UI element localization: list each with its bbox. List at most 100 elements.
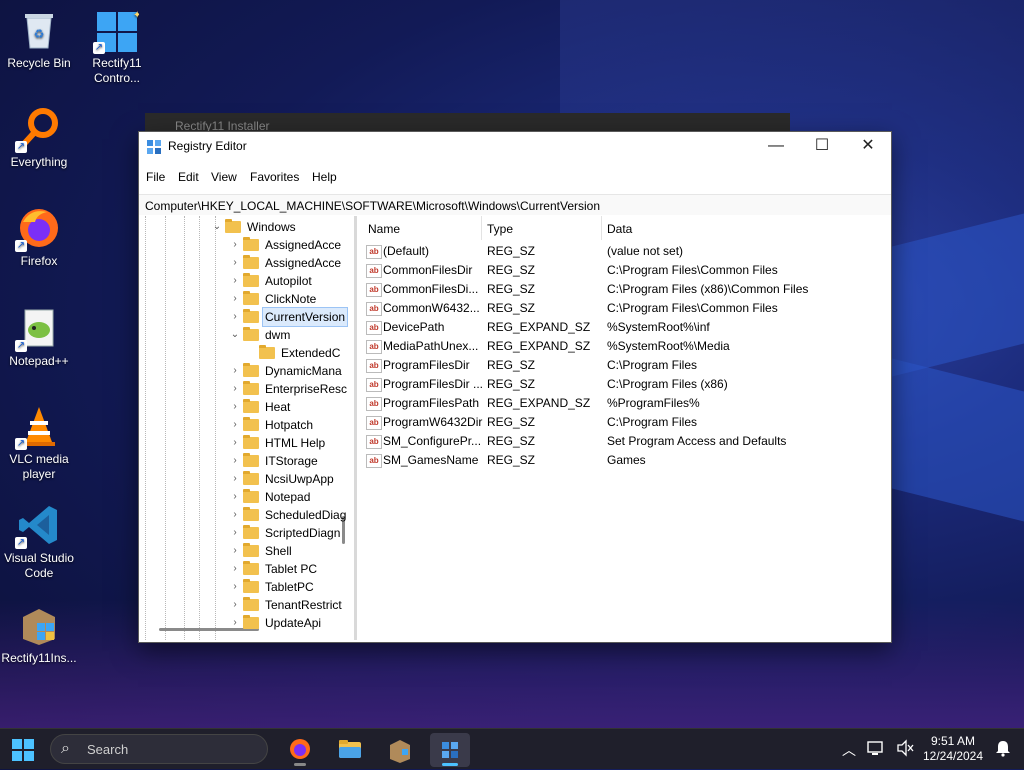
menu-view[interactable]: View [211, 170, 237, 184]
column-header-type[interactable]: Type [487, 222, 513, 236]
folder-icon [243, 309, 259, 323]
notification-bell-icon[interactable] [994, 739, 1012, 760]
folder-icon [339, 740, 361, 758]
table-row[interactable]: ab SM_GamesName REG_SZ Games [360, 451, 890, 470]
desktop-icon-recycle-bin[interactable]: ♻ Recycle Bin [1, 8, 77, 71]
taskbar-firefox[interactable] [280, 733, 320, 767]
menu-help[interactable]: Help [312, 170, 337, 184]
desktop-icon-rectify11-installer[interactable]: Rectify11Ins... [1, 603, 77, 666]
values-list[interactable]: Name Type Data ab (Default) REG_SZ (value n… [360, 216, 890, 640]
firefox-icon: ↗ [15, 206, 61, 252]
value-data: C:\Program Files\Common Files [607, 301, 778, 315]
address-path[interactable]: Computer\HKEY_LOCAL_MACHINE\SOFTWARE\Mic… [145, 199, 600, 213]
chevron-right-icon[interactable]: › [229, 614, 241, 632]
title-bar[interactable]: Registry Editor — ☐ ✕ [139, 132, 891, 162]
chevron-right-icon[interactable]: › [229, 434, 241, 452]
tree-node-label: ClickNote [265, 292, 317, 306]
desktop-icon-vscode[interactable]: ↗ Visual Studio Code [1, 503, 77, 581]
chevron-right-icon[interactable]: › [229, 560, 241, 578]
menu-file[interactable]: File [146, 170, 165, 184]
table-row[interactable]: ab CommonFilesDir REG_SZ C:\Program Files\C… [360, 261, 890, 280]
window-title: Registry Editor [168, 139, 247, 153]
chevron-down-icon[interactable]: ⌄ [211, 218, 223, 236]
address-bar[interactable]: Computer\HKEY_LOCAL_MACHINE\SOFTWARE\Mic… [139, 194, 891, 215]
chevron-down-icon[interactable]: ⌄ [229, 326, 241, 344]
network-icon[interactable] [866, 738, 886, 761]
chevron-right-icon[interactable]: › [229, 380, 241, 398]
desktop-icon-notepadpp[interactable]: ↗ Notepad++ [1, 306, 77, 369]
table-row[interactable]: ab ProgramFilesDir ... REG_SZ C:\Program Fi… [360, 375, 890, 394]
chevron-right-icon[interactable]: › [229, 452, 241, 470]
table-row[interactable]: ab ProgramFilesDir REG_SZ C:\Program Files [360, 356, 890, 375]
taskbar-file-explorer[interactable] [330, 733, 370, 767]
chevron-right-icon[interactable]: › [229, 308, 241, 326]
table-row[interactable]: ab CommonW6432... REG_SZ C:\Program Files\C… [360, 299, 890, 318]
windows-logo-icon [12, 739, 22, 749]
column-separator[interactable] [601, 216, 602, 240]
menu-favorites[interactable]: Favorites [250, 170, 299, 184]
value-type: REG_SZ [487, 263, 536, 277]
table-row[interactable]: ab SM_ConfigurePr... REG_SZ Set Program Acc… [360, 432, 890, 451]
value-type: REG_EXPAND_SZ [487, 396, 591, 410]
table-row[interactable]: ab (Default) REG_SZ (value not set) [360, 242, 890, 261]
chevron-right-icon[interactable]: › [229, 542, 241, 560]
chevron-right-icon[interactable]: › [229, 272, 241, 290]
value-data: (value not set) [607, 244, 684, 258]
tree-node-label: ITStorage [265, 454, 318, 468]
taskbar-installer[interactable] [380, 733, 420, 767]
value-name: ProgramFilesDir ... [383, 377, 484, 391]
tree-guide-line [199, 216, 200, 640]
desktop-icon-rectify11-control[interactable]: ✦ ↗ Rectify11 Contro... [79, 8, 155, 86]
close-button[interactable]: ✕ [845, 132, 891, 162]
maximize-button[interactable]: ☐ [799, 132, 845, 162]
chevron-right-icon[interactable]: › [229, 398, 241, 416]
tree-node-label: Heat [265, 400, 291, 414]
string-value-icon: ab [366, 321, 382, 335]
volume-muted-icon[interactable] [896, 739, 914, 760]
folder-icon [243, 381, 259, 395]
table-row[interactable]: ab DevicePath REG_EXPAND_SZ %SystemRoot%\in… [360, 318, 890, 337]
taskbar-search-box[interactable]: ⌕ Search [50, 734, 268, 764]
value-type: REG_SZ [487, 301, 536, 315]
desktop-icon-everything[interactable]: ↗ Everything [1, 107, 77, 170]
recycle-bin-icon: ♻ [17, 8, 61, 52]
string-value-icon: ab [366, 416, 382, 430]
desktop-icon-firefox[interactable]: ↗ Firefox [1, 206, 77, 269]
minimize-button[interactable]: — [753, 132, 799, 162]
folder-icon [243, 471, 259, 485]
chevron-right-icon[interactable]: › [229, 578, 241, 596]
chevron-right-icon[interactable]: › [229, 470, 241, 488]
tree-node-label: Autopilot [265, 274, 312, 288]
column-header-name[interactable]: Name [368, 222, 400, 236]
column-header-data[interactable]: Data [607, 222, 632, 236]
table-row[interactable]: ab CommonFilesDi... REG_SZ C:\Program Files… [360, 280, 890, 299]
key-tree[interactable]: ⌄ Windows › AssignedAcce › AssignedAcce › Autop… [139, 216, 357, 640]
start-button[interactable] [12, 739, 34, 761]
desktop-icon-vlc[interactable]: ↗ VLC media player [1, 404, 77, 482]
chevron-right-icon[interactable]: › [229, 362, 241, 380]
taskbar-registry-editor[interactable] [430, 733, 470, 767]
firefox-icon [290, 739, 310, 759]
table-row[interactable]: ab ProgramFilesPath REG_EXPAND_SZ %ProgramF… [360, 394, 890, 413]
chevron-right-icon[interactable]: › [229, 524, 241, 542]
table-row[interactable]: ab MediaPathUnex... REG_EXPAND_SZ %SystemRo… [360, 337, 890, 356]
table-row[interactable]: ab ProgramW6432Dir REG_SZ C:\Program Files [360, 413, 890, 432]
column-separator[interactable] [481, 216, 482, 240]
app-running-indicator [294, 763, 306, 766]
chevron-right-icon[interactable]: › [229, 596, 241, 614]
chevron-right-icon[interactable]: › [229, 506, 241, 524]
value-name: CommonFilesDir [383, 263, 473, 277]
menu-edit[interactable]: Edit [178, 170, 199, 184]
value-data: C:\Program Files [607, 415, 698, 429]
chevron-right-icon[interactable]: › [229, 488, 241, 506]
taskbar-clock[interactable]: 9:51 AM 12/24/2024 [918, 734, 988, 764]
string-value-icon: ab [366, 359, 382, 373]
chevron-right-icon[interactable]: › [229, 290, 241, 308]
tree-node-label: Notepad [265, 490, 311, 504]
value-data: %SystemRoot%\inf [607, 320, 710, 334]
folder-icon [243, 363, 259, 377]
show-hidden-icons-chevron-up-icon[interactable]: ︿ [842, 740, 856, 760]
chevron-right-icon[interactable]: › [229, 236, 241, 254]
chevron-right-icon[interactable]: › [229, 416, 241, 434]
chevron-right-icon[interactable]: › [229, 254, 241, 272]
